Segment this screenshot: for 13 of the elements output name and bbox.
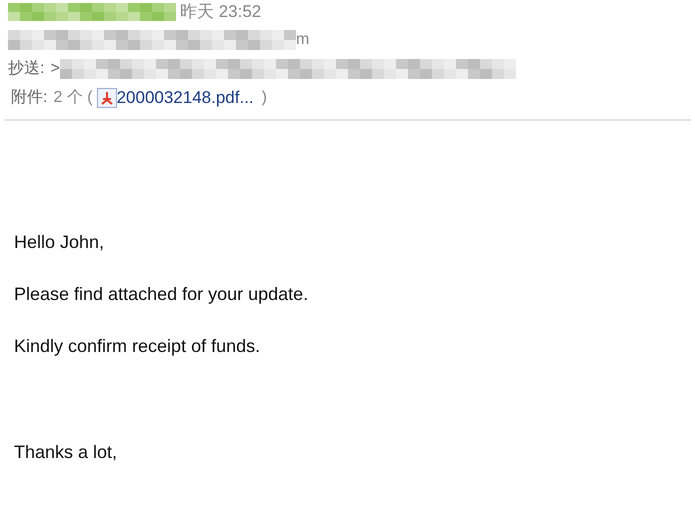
message-paragraph: Please find attached for your update. bbox=[14, 283, 310, 305]
received-time: 昨天 23:52 bbox=[180, 1, 262, 24]
from-address-end: m bbox=[296, 30, 310, 50]
cc-address-start: > bbox=[50, 59, 60, 79]
message-paragraph: Hello John, bbox=[14, 231, 106, 253]
attachment-count: 2 个 ( bbox=[53, 88, 93, 108]
attachment-link[interactable]: 2000032148.pdf... bbox=[116, 85, 254, 111]
message-paragraph: Thanks a lot, bbox=[14, 441, 118, 463]
attachments-label: 附件: bbox=[11, 88, 48, 108]
message-paragraph: Kindly confirm receipt of funds. bbox=[14, 335, 262, 357]
attachment-count-end: ) bbox=[262, 88, 267, 108]
cc-label: 抄送: bbox=[8, 59, 44, 79]
pdf-icon bbox=[96, 88, 117, 108]
